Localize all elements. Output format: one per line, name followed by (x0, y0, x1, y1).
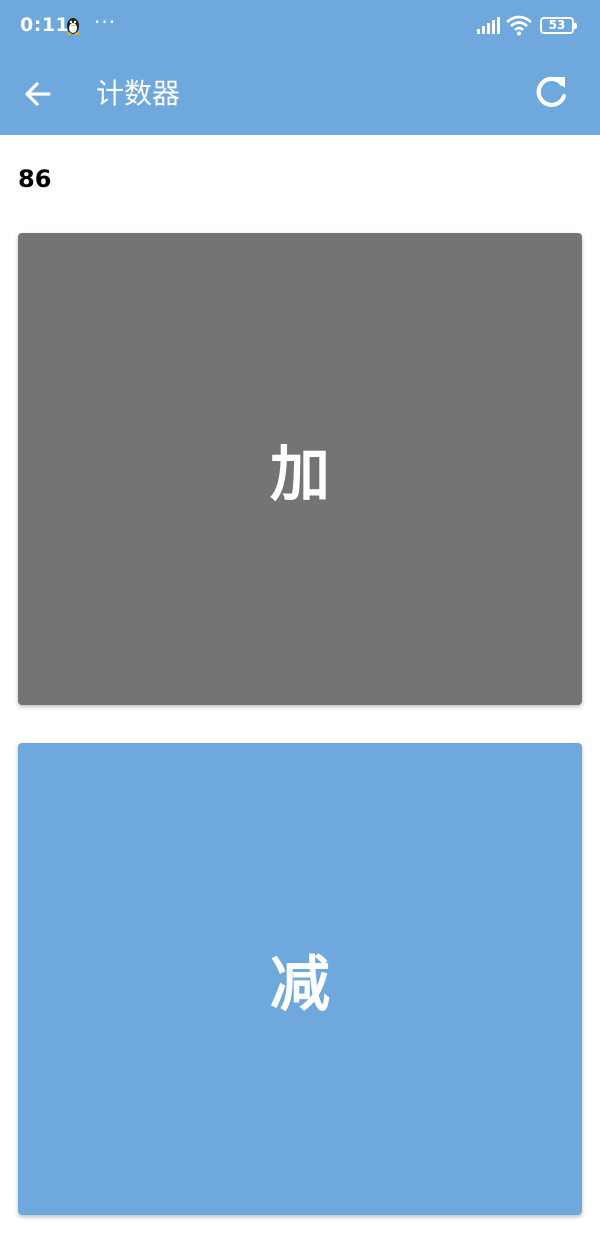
subtract-button-label: 减 (270, 949, 330, 1020)
qq-penguin-icon (64, 16, 82, 36)
status-time: 0:11 (20, 14, 70, 36)
counter-value: 86 (18, 165, 52, 193)
refresh-button[interactable] (528, 70, 574, 116)
wifi-icon (506, 14, 532, 36)
arrow-back-icon (25, 82, 51, 106)
add-button-label: 加 (270, 439, 330, 510)
add-button[interactable]: 加 (18, 233, 582, 705)
battery-indicator: 53 (540, 17, 577, 34)
status-more-dots: ··· (94, 10, 117, 34)
refresh-icon (536, 76, 567, 107)
app-bar: 0:11 ··· 53 计数器 (0, 0, 600, 135)
signal-icon (476, 16, 502, 36)
status-bar: 0:11 ··· 53 (0, 0, 600, 52)
page-title: 计数器 (96, 77, 181, 110)
subtract-button[interactable]: 减 (18, 743, 582, 1215)
back-button[interactable] (18, 74, 58, 114)
